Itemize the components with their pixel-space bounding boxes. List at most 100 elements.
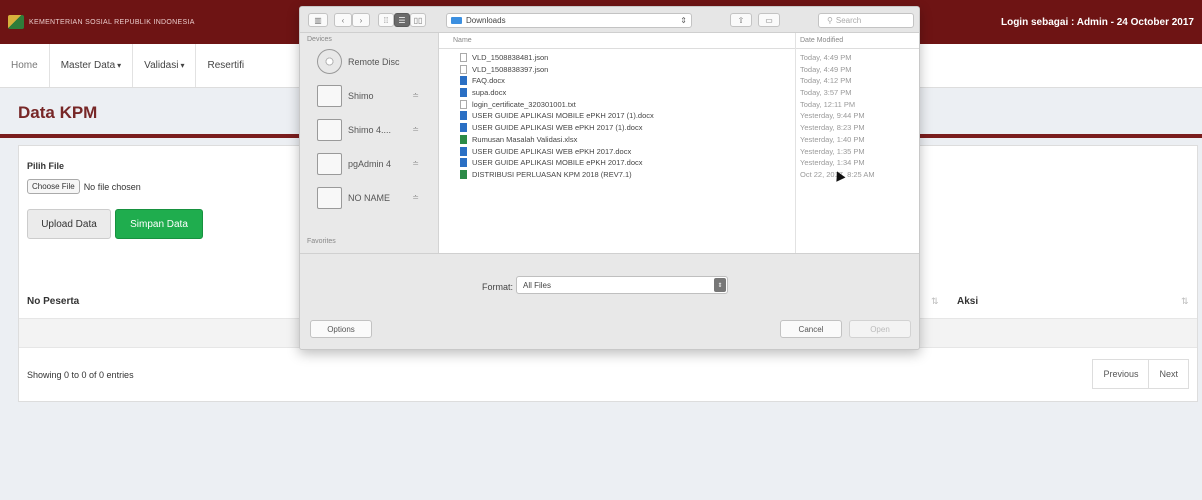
format-select[interactable]: All Files ⇕ <box>516 276 728 294</box>
column-header-date-modified[interactable]: Date Modified <box>800 37 843 44</box>
file-open-dialog: ▥ ‹ › ⁞⁞ ☰ ▯▯ Downloads ⇕ ⇧ ▭ ⚲ Search D… <box>299 6 920 350</box>
tag-icon[interactable]: ▭ <box>758 13 780 27</box>
word-document-icon <box>460 123 467 133</box>
save-data-button[interactable]: Simpan Data <box>115 209 203 239</box>
device-label: Remote Disc <box>348 56 400 67</box>
file-name: VLD_1508838481.json <box>472 53 549 62</box>
drive-icon <box>317 84 342 107</box>
share-icon[interactable]: ⇧ <box>730 13 752 27</box>
sort-icon[interactable]: ⇅ <box>931 296 939 307</box>
caret-down-icon: ▾ <box>117 61 122 70</box>
location-select[interactable]: Downloads ⇕ <box>446 13 692 28</box>
spreadsheet-icon <box>460 134 467 144</box>
nav-validasi[interactable]: Validasi ▾ <box>133 44 197 87</box>
pagination: Previous Next <box>1092 359 1189 389</box>
file-row[interactable]: USER GUIDE APLIKASI WEB ePKH 2017.docx Ye… <box>439 146 919 158</box>
brand: KEMENTERIAN SOSIAL REPUBLIK INDONESIA <box>8 15 195 29</box>
file-name: FAQ.docx <box>472 76 505 86</box>
file-row[interactable]: DISTRIBUSI PERLUASAN KPM 2018 (REV7.1) Oc… <box>439 169 919 181</box>
device-label: pgAdmin 4 <box>348 158 392 169</box>
nav-resertifikasi[interactable]: Resertifi <box>196 44 255 87</box>
word-document-icon <box>460 88 467 98</box>
column-view-icon[interactable]: ▯▯ <box>410 13 426 27</box>
file-row[interactable]: USER GUIDE APLIKASI MOBILE ePKH 2017.doc… <box>439 157 919 169</box>
icon-view-icon[interactable]: ⁞⁞ <box>378 13 394 27</box>
no-file-text: No file chosen <box>83 181 141 192</box>
list-view-icon[interactable]: ☰ <box>394 13 410 27</box>
page-title: Data KPM <box>18 103 98 122</box>
next-page-button[interactable]: Next <box>1149 359 1189 389</box>
location-label: Downloads <box>466 16 506 25</box>
format-value: All Files <box>523 280 552 290</box>
file-row[interactable]: VLD_1508838397.json Today, 4:49 PM <box>439 64 919 76</box>
file-row[interactable]: Rumusan Masalah Validasi.xlsx Yesterday, … <box>439 134 919 146</box>
file-name: USER GUIDE APLIKASI WEB ePKH 2017 (1).do… <box>472 123 643 133</box>
eject-icon[interactable]: ≐ <box>412 193 419 202</box>
column-header-aksi[interactable]: Aksi <box>957 296 978 307</box>
cancel-button[interactable]: Cancel <box>780 320 842 338</box>
ministry-logo-icon <box>8 15 24 29</box>
file-list-header: Name Date Modified <box>439 33 919 49</box>
file-date: Yesterday, 9:44 PM <box>800 111 865 121</box>
file-row[interactable]: FAQ.docx Today, 4:12 PM <box>439 75 919 87</box>
word-document-icon <box>460 111 467 121</box>
drive-icon <box>317 186 342 209</box>
sidebar-toggle-icon[interactable]: ▥ <box>308 13 328 27</box>
file-label: Pilih File <box>27 161 65 171</box>
nav-validasi-label: Validasi <box>144 60 179 71</box>
file-date: Today, 12:11 PM <box>800 99 856 109</box>
nav-master-data-label: Master Data <box>60 60 116 71</box>
file-row[interactable]: login_certificate_320301001.txt Today, 12… <box>439 99 919 111</box>
file-input-row: Choose File No file chosen <box>27 179 141 194</box>
disc-icon <box>317 49 342 74</box>
updown-arrows-icon: ⇕ <box>680 16 687 25</box>
file-name: USER GUIDE APLIKASI WEB ePKH 2017.docx <box>472 146 632 156</box>
device-shimo[interactable]: Shimo ≐ <box>317 83 439 108</box>
nav-home[interactable]: Home <box>0 44 50 87</box>
device-remote-disc[interactable]: Remote Disc <box>317 49 439 74</box>
search-icon: ⚲ <box>827 16 833 25</box>
eject-icon[interactable]: ≐ <box>412 125 419 134</box>
back-icon[interactable]: ‹ <box>334 13 352 27</box>
file-name: USER GUIDE APLIKASI MOBILE ePKH 2017 (1)… <box>472 111 654 121</box>
file-name: login_certificate_320301001.txt <box>472 99 576 109</box>
file-date: Today, 4:12 PM <box>800 76 852 86</box>
device-label: Shimo 4.... <box>348 124 392 135</box>
device-shimo-4[interactable]: Shimo 4.... ≐ <box>317 117 439 142</box>
file-list: Name Date Modified VLD_1508838481.json To… <box>439 33 919 253</box>
file-date: Yesterday, 1:40 PM <box>800 134 865 144</box>
file-icon <box>460 53 467 62</box>
nav-master-data[interactable]: Master Data ▾ <box>50 44 134 87</box>
file-row[interactable]: VLD_1508838481.json Today, 4:49 PM <box>439 52 919 64</box>
file-row[interactable]: USER GUIDE APLIKASI MOBILE ePKH 2017 (1)… <box>439 110 919 122</box>
sort-icon[interactable]: ⇅ <box>1181 296 1189 307</box>
drive-icon <box>317 152 342 175</box>
device-pgadmin[interactable]: pgAdmin 4 ≐ <box>317 151 439 176</box>
eject-icon[interactable]: ≐ <box>412 159 419 168</box>
file-date: Yesterday, 1:35 PM <box>800 146 865 156</box>
entries-info: Showing 0 to 0 of 0 entries <box>27 370 134 380</box>
file-icon <box>460 99 467 109</box>
search-placeholder: Search <box>835 16 862 25</box>
device-no-name[interactable]: NO NAME ≐ <box>317 185 439 210</box>
file-rows: VLD_1508838481.json Today, 4:49 PM VLD_150… <box>439 52 919 181</box>
column-header-no-peserta[interactable]: No Peserta <box>27 296 79 307</box>
eject-icon[interactable]: ≐ <box>412 91 419 100</box>
search-field[interactable]: ⚲ Search <box>818 13 914 28</box>
file-row[interactable]: supa.docx Today, 3:57 PM <box>439 87 919 99</box>
drive-icon <box>317 118 342 141</box>
previous-page-button[interactable]: Previous <box>1092 359 1150 389</box>
devices-heading: Devices <box>307 36 332 43</box>
word-document-icon <box>460 76 467 86</box>
file-row[interactable]: USER GUIDE APLIKASI WEB ePKH 2017 (1).do… <box>439 122 919 134</box>
open-button[interactable]: Open <box>849 320 911 338</box>
word-document-icon <box>460 158 467 168</box>
column-header-name[interactable]: Name <box>453 37 472 44</box>
options-button[interactable]: Options <box>310 320 372 338</box>
choose-file-button[interactable]: Choose File <box>27 179 80 194</box>
file-date: Yesterday, 1:34 PM <box>800 158 865 168</box>
forward-icon[interactable]: › <box>352 13 370 27</box>
file-date: Today, 4:49 PM <box>800 53 852 62</box>
upload-data-button[interactable]: Upload Data <box>27 209 111 239</box>
folder-icon <box>451 17 462 24</box>
